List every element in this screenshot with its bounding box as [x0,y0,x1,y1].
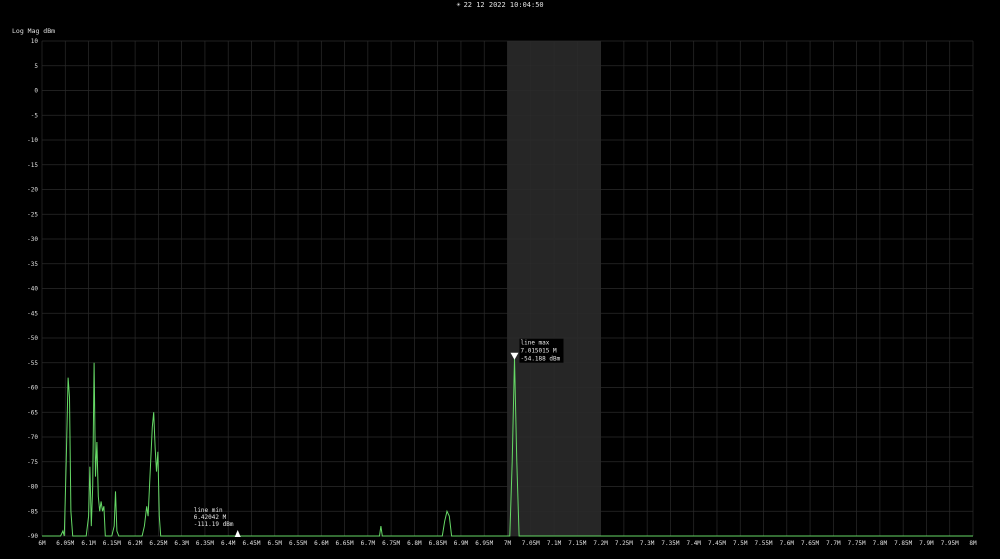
y-tick-label: -70 [27,434,38,441]
y-tick-label: -20 [27,187,38,194]
x-tick-label: 6.05M [56,540,74,547]
y-tick-label: -35 [27,261,38,268]
x-tick-label: 7.6M [780,540,795,547]
y-tick-label: -15 [27,162,38,169]
marker-label-text: -54.188 dBm [520,356,560,363]
y-tick-label: -65 [27,409,38,416]
x-tick-label: 6.4M [221,540,236,547]
x-tick-label: 6.45M [242,540,260,547]
y-tick-label: -10 [27,137,38,144]
y-tick-label: 5 [34,63,38,70]
x-tick-label: 7.3M [640,540,655,547]
x-tick-label: 6.8M [407,540,422,547]
x-tick-label: 6.5M [268,540,283,547]
x-tick-label: 6.75M [382,540,400,547]
x-tick-label: 7M [504,540,512,547]
x-tick-label: 6.35M [196,540,214,547]
y-tick-label: -75 [27,459,38,466]
x-tick-label: 6.1M [81,540,96,547]
x-tick-label: 6.6M [314,540,329,547]
x-tick-label: 6.15M [103,540,121,547]
x-tick-label: 7.95M [941,540,959,547]
x-tick-label: 6.7M [361,540,376,547]
x-tick-label: 7.7M [826,540,841,547]
x-tick-label: 7.05M [522,540,540,547]
x-tick-label: 6.95M [475,540,493,547]
marker-triangle [234,530,241,537]
marker-label-text: 6.42042 M [194,514,227,521]
x-tick-label: 7.8M [873,540,888,547]
x-tick-label: 6.25M [149,540,167,547]
x-tick-label: 6M [38,540,46,547]
x-tick-label: 7.15M [568,540,586,547]
x-tick-label: 6.3M [174,540,189,547]
marker-label-text: line min [194,507,223,514]
y-tick-label: -50 [27,335,38,342]
y-tick-label: -40 [27,286,38,293]
x-tick-label: 7.9M [919,540,934,547]
marker-label-text: 7.015015 M [520,348,557,355]
x-tick-label: 6.55M [289,540,307,547]
marker-label-text: line max [520,340,549,347]
y-tick-label: -25 [27,211,38,218]
x-tick-label: 7.35M [661,540,679,547]
x-tick-label: 7.85M [894,540,912,547]
x-tick-label: 6.85M [429,540,447,547]
y-tick-label: -55 [27,360,38,367]
y-tick-label: -30 [27,236,38,243]
y-tick-label: -80 [27,484,38,491]
y-tick-label: -45 [27,310,38,317]
y-tick-label: -90 [27,533,38,540]
x-tick-label: 6.9M [454,540,469,547]
x-tick-label: 7.5M [733,540,748,547]
x-tick-label: 6.2M [128,540,143,547]
x-tick-label: 7.75M [848,540,866,547]
y-tick-label: 10 [31,38,39,45]
spectrum-chart[interactable]: 6M 6.05M 6.1M 6.15M 6.2M 6.25M 6.3M 6.35M 6.4M 6.… [0,0,1000,559]
y-tick-label: 0 [34,88,38,95]
x-tick-label: 6.65M [336,540,354,547]
y-tick-label: -60 [27,385,38,392]
x-tick-label: 7.4M [686,540,701,547]
x-tick-label: 7.45M [708,540,726,547]
x-tick-label: 7.2M [593,540,608,547]
x-tick-label: 7.55M [754,540,772,547]
x-tick-label: 7.25M [615,540,633,547]
y-tick-label: -5 [31,112,39,119]
x-tick-label: 8M [969,540,977,547]
x-tick-label: 7.1M [547,540,562,547]
x-tick-label: 7.65M [801,540,819,547]
marker-label-text: -111.19 dBm [194,521,234,528]
y-tick-label: -85 [27,508,38,515]
